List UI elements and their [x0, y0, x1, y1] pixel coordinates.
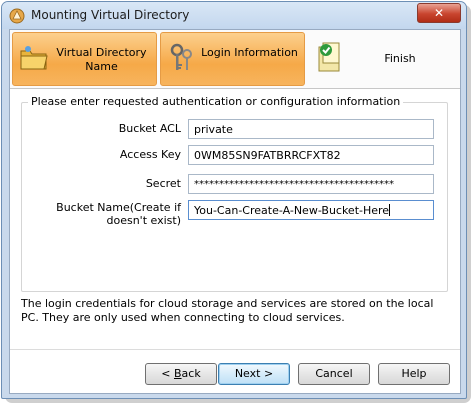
wizard-steps: Virtual Directory Name Login Information	[10, 30, 460, 89]
dialog-body: Virtual Directory Name Login Information	[9, 29, 461, 394]
keys-icon	[170, 43, 192, 70]
secret-label: Secret	[145, 177, 181, 190]
window-title: Mounting Virtual Directory	[31, 8, 190, 22]
title-bar[interactable]: Mounting Virtual Directory ✕	[2, 2, 466, 29]
info-text: The login credentials for cloud storage …	[21, 297, 434, 324]
bucket-acl-label: Bucket ACL	[118, 122, 181, 135]
back-accel: B	[174, 367, 182, 380]
app-icon	[9, 8, 25, 24]
group-title: Please enter requested authentication or…	[28, 95, 404, 108]
folder-icon	[20, 46, 48, 70]
step-label: Login Information	[201, 46, 298, 59]
access-key-field[interactable]: 0WM85SN9FATBRRCFXT82	[188, 145, 434, 165]
next-button[interactable]: Next >	[218, 363, 290, 385]
check-document-icon	[318, 42, 340, 72]
credentials-group: Please enter requested authentication or…	[21, 95, 448, 292]
bucket-acl-field[interactable]: private	[188, 119, 434, 139]
step-login-information: Login Information	[160, 32, 305, 86]
access-key-label: Access Key	[119, 148, 181, 161]
back-prefix: <	[161, 367, 174, 380]
bucket-name-field[interactable]: You-Can-Create-A-New-Bucket-Here	[188, 200, 434, 220]
bucket-name-value: You-Can-Create-A-New-Bucket-Here	[194, 204, 390, 217]
bucket-name-label: Bucket Name(Create if doesn't exist)	[56, 201, 181, 227]
step-finish: Finish	[308, 32, 458, 86]
close-button[interactable]: ✕	[417, 3, 461, 23]
back-button[interactable]: < Back	[145, 363, 217, 385]
cancel-button[interactable]: Cancel	[298, 363, 370, 385]
step-virtual-directory-name: Virtual Directory Name	[12, 32, 157, 86]
secret-field[interactable]: ****************************************	[188, 174, 434, 194]
separator	[10, 349, 460, 350]
dialog-window: Mounting Virtual Directory ✕ Virtual Dir…	[1, 1, 467, 399]
text-caret	[389, 204, 391, 216]
step-label: Finish	[384, 52, 416, 65]
step-label: Virtual Directory Name	[56, 46, 147, 73]
help-button[interactable]: Help	[378, 363, 450, 385]
back-rest: ack	[181, 367, 201, 380]
